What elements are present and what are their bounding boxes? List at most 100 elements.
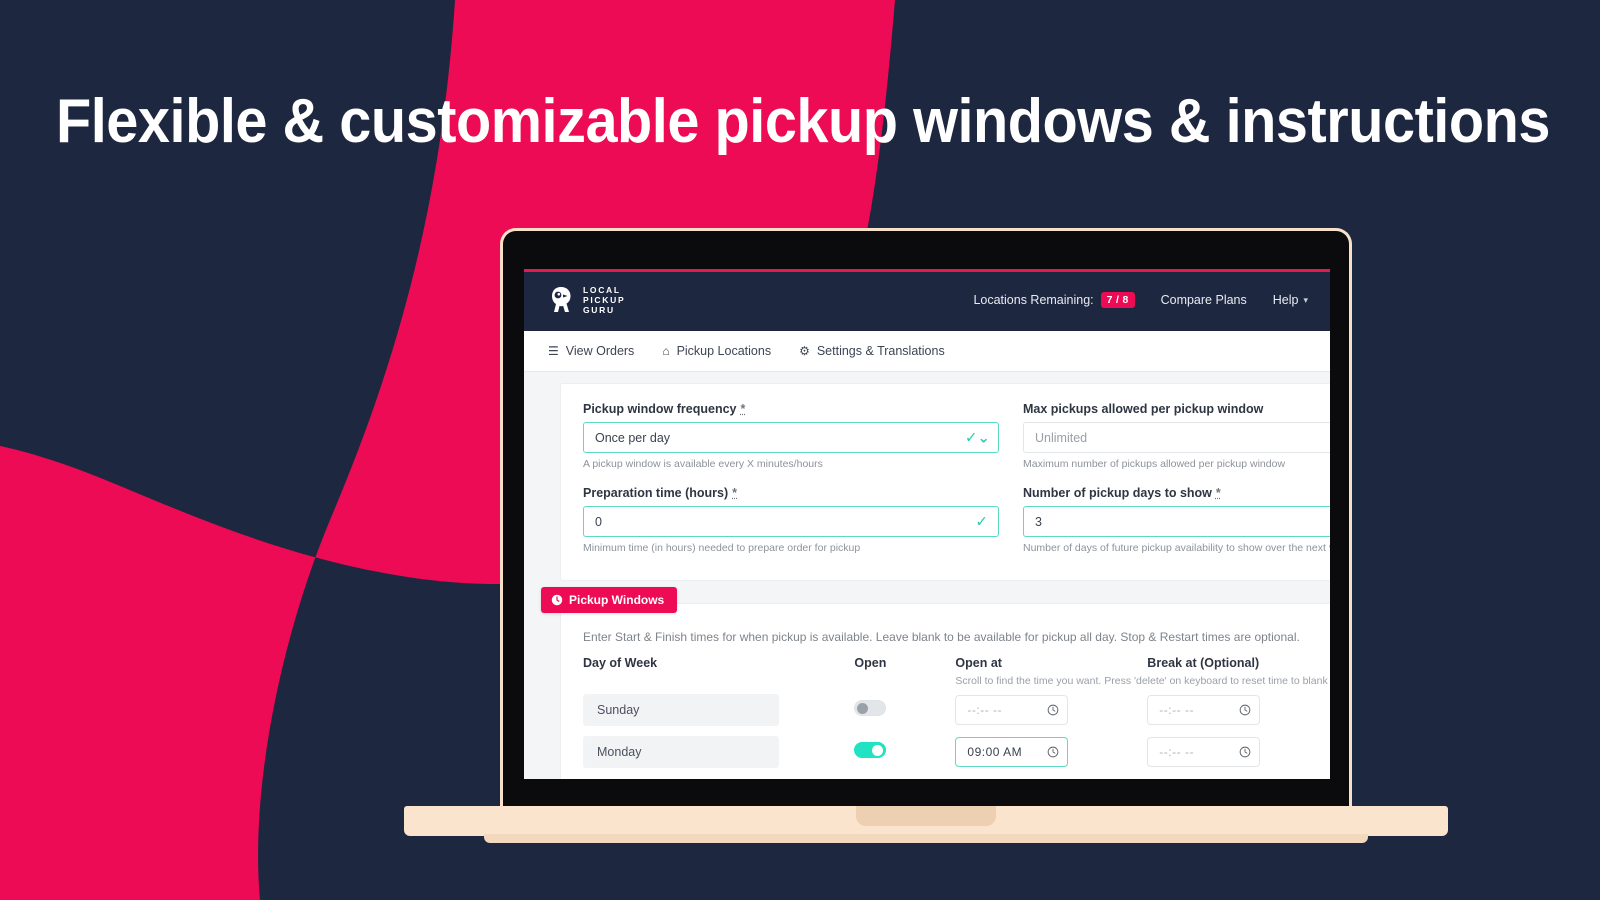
cell-open-at: --:-- -- [955, 689, 1147, 731]
app-screen: LOCAL PICKUP GURU Locations Remaining: 7… [524, 269, 1330, 779]
field-preparation-time: Preparation time (hours) * 0 ✓ Minimum t… [583, 486, 999, 554]
field-label-text: Pickup window frequency [583, 402, 737, 416]
pickup-windows-table-head: Day of Week Open Open at Break at (Optio… [583, 656, 1330, 689]
brand-wordmark: LOCAL PICKUP GURU [583, 285, 625, 315]
pickup-window-frequency-select[interactable]: Once per day [583, 422, 999, 453]
clock-icon [1239, 746, 1251, 758]
laptop-mockup: LOCAL PICKUP GURU Locations Remaining: 7… [404, 228, 1448, 843]
hint-spacer-2 [854, 672, 955, 689]
pickup-windows-tag-label: Pickup Windows [569, 593, 665, 607]
toggle-knob [872, 744, 884, 756]
locations-remaining-label: Locations Remaining: [973, 293, 1094, 307]
topbar-actions: Locations Remaining: 7 / 8 Compare Plans… [973, 292, 1330, 308]
brand-line-2: PICKUP [583, 295, 626, 305]
store-icon: ⌂ [662, 344, 670, 358]
open-at-input-sunday[interactable]: --:-- -- [955, 695, 1069, 725]
list-icon: ☰ [548, 344, 559, 358]
gear-icon: ⚙ [799, 344, 810, 358]
field-label: Max pickups allowed per pickup window [1023, 402, 1330, 416]
nav-label-pickup-locations: Pickup Locations [676, 344, 772, 358]
scroll-hint-text: Scroll to find the time you want. Press … [955, 675, 1328, 687]
field-input-wrap: Unlimited [1023, 422, 1330, 453]
pickup-settings-card: Pickup window frequency * Once per day ✓… [560, 383, 1330, 581]
main-nav: ☰ View Orders ⌂ Pickup Locations ⚙ Setti… [524, 331, 1330, 372]
clock-icon [1048, 704, 1059, 716]
pickup-days-to-show-input[interactable]: 3 [1023, 506, 1330, 537]
locations-remaining: Locations Remaining: 7 / 8 [973, 292, 1135, 308]
day-label-monday: Monday [583, 736, 779, 768]
field-label: Number of pickup days to show * [1023, 486, 1330, 500]
nav-item-pickup-locations[interactable]: ⌂ Pickup Locations [662, 344, 771, 358]
field-label-text: Preparation time (hours) [583, 486, 729, 500]
laptop-base-notch [856, 806, 996, 826]
laptop-screen-lid: LOCAL PICKUP GURU Locations Remaining: 7… [500, 228, 1352, 807]
field-help-text: Maximum number of pickups allowed per pi… [1023, 458, 1286, 470]
pickup-windows-tag: Pickup Windows [541, 587, 678, 613]
field-input-wrap: 3 [1023, 506, 1330, 537]
laptop-base-shadow [484, 834, 1368, 843]
nav-item-view-orders[interactable]: ☰ View Orders [548, 344, 634, 358]
field-label-text: Number of pickup days to show [1023, 486, 1212, 500]
nav-item-settings-translations[interactable]: ⚙ Settings & Translations [799, 344, 945, 358]
field-label: Pickup window frequency * [583, 402, 999, 416]
brand-line-1: LOCAL [583, 285, 621, 295]
field-help-text: Number of days of future pickup availabi… [1023, 542, 1330, 554]
owl-logo-icon [552, 287, 571, 312]
open-at-input-monday[interactable]: 09:00 AM [955, 737, 1069, 767]
cell-break-at: --:-- -- [1147, 731, 1330, 773]
settings-page: Pickup window frequency * Once per day ✓… [524, 372, 1330, 779]
max-pickups-input[interactable]: Unlimited [1023, 422, 1330, 453]
required-marker: * [740, 402, 746, 416]
break-at-input-monday[interactable]: --:-- -- [1147, 737, 1261, 767]
break-at-value: --:-- -- [1159, 703, 1194, 717]
field-help-text: A pickup window is available every X min… [583, 458, 823, 470]
open-toggle-sunday[interactable] [854, 699, 887, 716]
cell-open-toggle [854, 731, 955, 773]
brand-logo[interactable]: LOCAL PICKUP GURU [548, 285, 625, 315]
hint-spacer-1 [583, 672, 854, 689]
settings-row-1: Pickup window frequency * Once per day ✓… [561, 402, 1330, 470]
nav-label-view-orders: View Orders [565, 344, 635, 358]
toggle-knob [857, 702, 869, 714]
field-pickup-window-frequency: Pickup window frequency * Once per day ✓… [583, 402, 999, 470]
clock-icon [1048, 746, 1059, 758]
pickup-windows-table: Day of Week Open Open at Break at (Optio… [583, 656, 1330, 773]
chevron-down-icon: ▾ [1303, 294, 1308, 305]
scroll-hint: Scroll to find the time you want. Press … [955, 672, 1330, 689]
table-hint-row: Scroll to find the time you want. Press … [583, 672, 1330, 689]
break-at-input-sunday[interactable]: --:-- -- [1147, 695, 1261, 725]
cell-open-toggle [854, 689, 955, 731]
required-marker: * [732, 486, 738, 500]
col-header-open-at-label: Open at [955, 656, 1002, 670]
locations-remaining-badge: 7 / 8 [1100, 292, 1135, 308]
field-input-wrap: 0 ✓ [583, 506, 999, 537]
cell-break-at: --:-- -- [1147, 689, 1330, 731]
col-header-break-at: Break at (Optional) [1147, 656, 1260, 670]
open-at-value: --:-- -- [967, 703, 1003, 717]
pickup-windows-description: Enter Start & Finish times for when pick… [583, 630, 1300, 644]
break-at-value: --:-- -- [1159, 745, 1194, 759]
settings-row-2: Preparation time (hours) * 0 ✓ Minimum t… [561, 486, 1330, 554]
col-header-open-at: Open at [955, 656, 1147, 672]
check-icon: ✓ [975, 513, 988, 530]
compare-plans-link[interactable]: Compare Plans [1161, 293, 1247, 307]
col-header-day-of-week: Day of Week [583, 656, 658, 670]
table-row: Monday 09:00 AM --:-- -- [583, 731, 1330, 773]
field-pickup-days-to-show: Number of pickup days to show * 3 Number… [1023, 486, 1330, 554]
table-header-row: Day of Week Open Open at Break at (Optio… [583, 656, 1330, 672]
cell-day: Sunday [583, 689, 854, 731]
preparation-time-input[interactable]: 0 [583, 506, 999, 537]
app-topbar: LOCAL PICKUP GURU Locations Remaining: 7… [524, 269, 1330, 331]
open-toggle-monday[interactable] [854, 741, 887, 758]
open-at-value: 09:00 AM [967, 745, 1023, 759]
cell-open-at: 09:00 AM [955, 731, 1147, 773]
help-menu[interactable]: Help ▾ [1273, 293, 1308, 307]
required-marker: * [1215, 486, 1221, 500]
col-header-open: Open [854, 656, 887, 670]
field-label-text: Max pickups allowed per pickup window [1023, 402, 1264, 416]
field-label: Preparation time (hours) * [583, 486, 999, 500]
pickup-windows-table-body: Sunday --:-- -- --:-- -- Monday 09:00 AM… [583, 689, 1330, 773]
brand-line-3: GURU [583, 305, 615, 315]
help-label: Help [1272, 293, 1299, 307]
day-label-sunday: Sunday [583, 694, 779, 726]
